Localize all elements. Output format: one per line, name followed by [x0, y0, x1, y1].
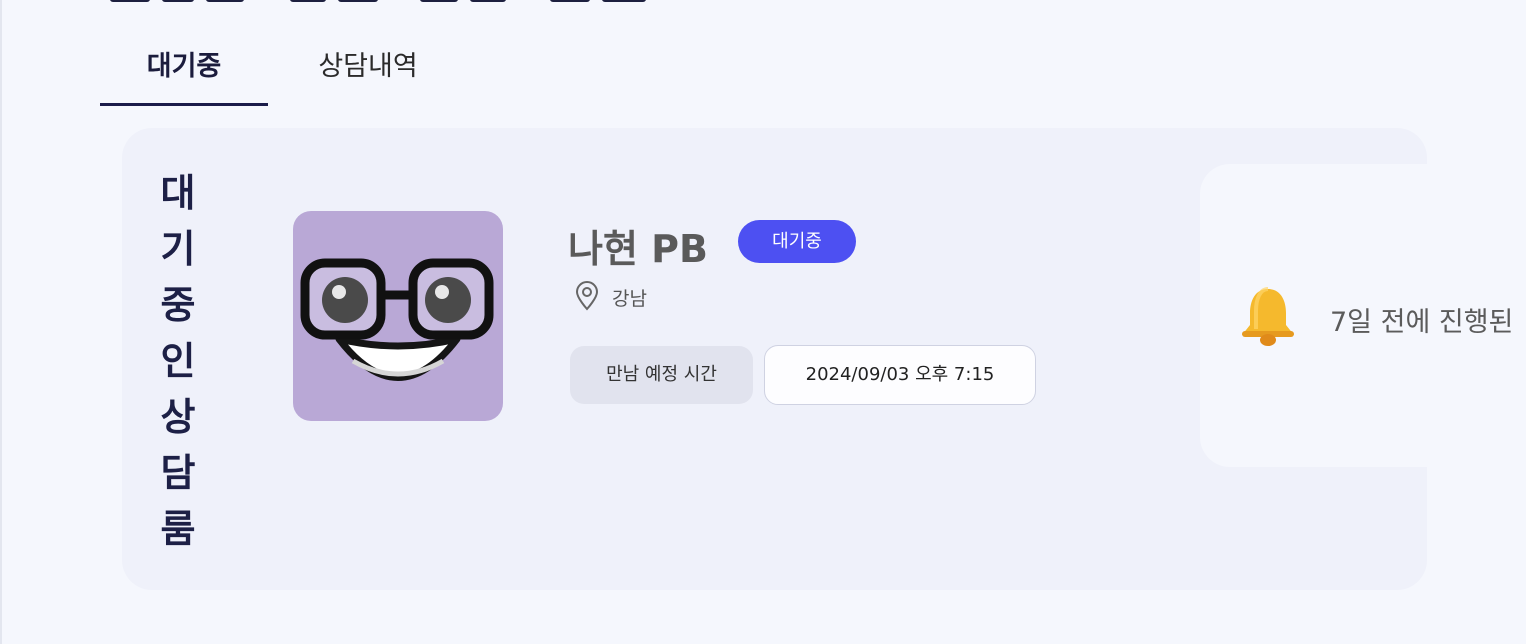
tab-consultation-history[interactable]: 상담내역: [268, 28, 468, 106]
pb-avatar: [293, 211, 503, 421]
page-left-border: [0, 0, 2, 644]
map-pin-icon: [574, 281, 600, 315]
location-text: 강남: [612, 288, 647, 310]
tab-waiting[interactable]: 대기중: [100, 28, 268, 106]
bell-icon: [1238, 285, 1298, 351]
tab-bar: 대기중 상담내역: [100, 28, 468, 106]
room-section-title: 대기중인상담룸: [160, 171, 196, 551]
notice-text: 7일 전에 진행된: [1330, 307, 1514, 338]
meeting-time-value: 2024/09/03 오후 7:15: [764, 345, 1036, 405]
nerd-face-avatar-icon: [300, 258, 494, 381]
page-heading: [110, 0, 670, 12]
pb-name: 나현 PB: [568, 227, 708, 271]
meeting-time-label: 만남 예정 시간: [570, 346, 753, 404]
status-badge: 대기중: [738, 220, 856, 263]
